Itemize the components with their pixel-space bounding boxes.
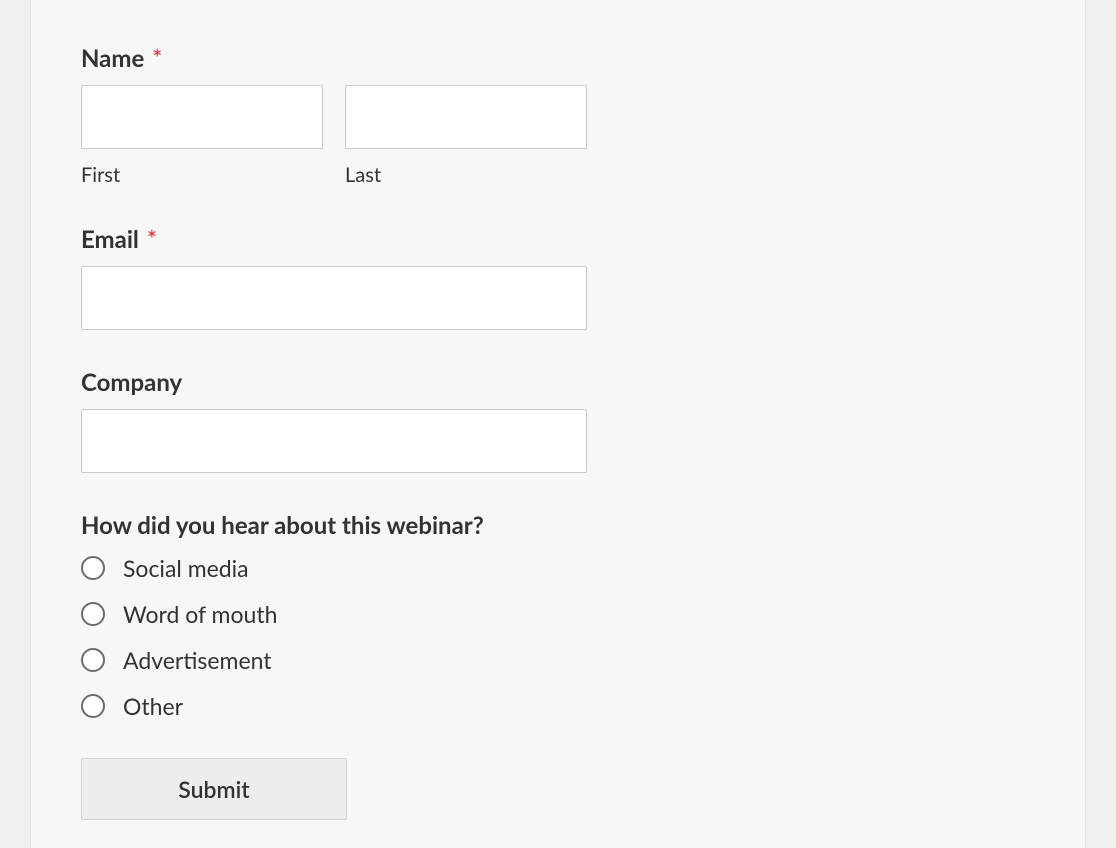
- first-sublabel: First: [81, 163, 323, 187]
- first-name-col: First: [81, 85, 323, 187]
- radio-input-word-of-mouth[interactable]: [81, 602, 105, 626]
- radio-label: Other: [123, 692, 183, 720]
- email-label-text: Email: [81, 225, 139, 254]
- company-input[interactable]: [81, 409, 587, 473]
- last-sublabel: Last: [345, 163, 587, 187]
- referral-radio-group: Social media Word of mouth Advertisement…: [81, 554, 1035, 720]
- radio-input-social-media[interactable]: [81, 556, 105, 580]
- email-group: Email *: [81, 225, 1035, 330]
- form-card: Name * First Last Email *: [30, 0, 1086, 848]
- name-group: Name * First Last: [81, 44, 1035, 187]
- submit-button[interactable]: Submit: [81, 758, 347, 820]
- name-label: Name *: [81, 44, 1035, 73]
- radio-input-other[interactable]: [81, 694, 105, 718]
- name-label-text: Name: [81, 44, 144, 73]
- company-label: Company: [81, 368, 1035, 397]
- referral-group: How did you hear about this webinar? Soc…: [81, 511, 1035, 720]
- referral-label: How did you hear about this webinar?: [81, 511, 1035, 540]
- radio-item-other[interactable]: Other: [81, 692, 1035, 720]
- radio-item-word-of-mouth[interactable]: Word of mouth: [81, 600, 1035, 628]
- required-mark: *: [147, 225, 157, 254]
- email-input[interactable]: [81, 266, 587, 330]
- last-name-col: Last: [345, 85, 587, 187]
- radio-label: Social media: [123, 554, 249, 582]
- radio-input-advertisement[interactable]: [81, 648, 105, 672]
- email-label: Email *: [81, 225, 1035, 254]
- last-name-input[interactable]: [345, 85, 587, 149]
- radio-item-social-media[interactable]: Social media: [81, 554, 1035, 582]
- radio-label: Advertisement: [123, 646, 272, 674]
- referral-label-text: How did you hear about this webinar?: [81, 511, 484, 540]
- radio-label: Word of mouth: [123, 600, 277, 628]
- first-name-input[interactable]: [81, 85, 323, 149]
- name-row: First Last: [81, 85, 1035, 187]
- required-mark: *: [152, 44, 162, 73]
- company-label-text: Company: [81, 368, 182, 397]
- page-background: Name * First Last Email *: [0, 0, 1116, 848]
- company-group: Company: [81, 368, 1035, 473]
- radio-item-advertisement[interactable]: Advertisement: [81, 646, 1035, 674]
